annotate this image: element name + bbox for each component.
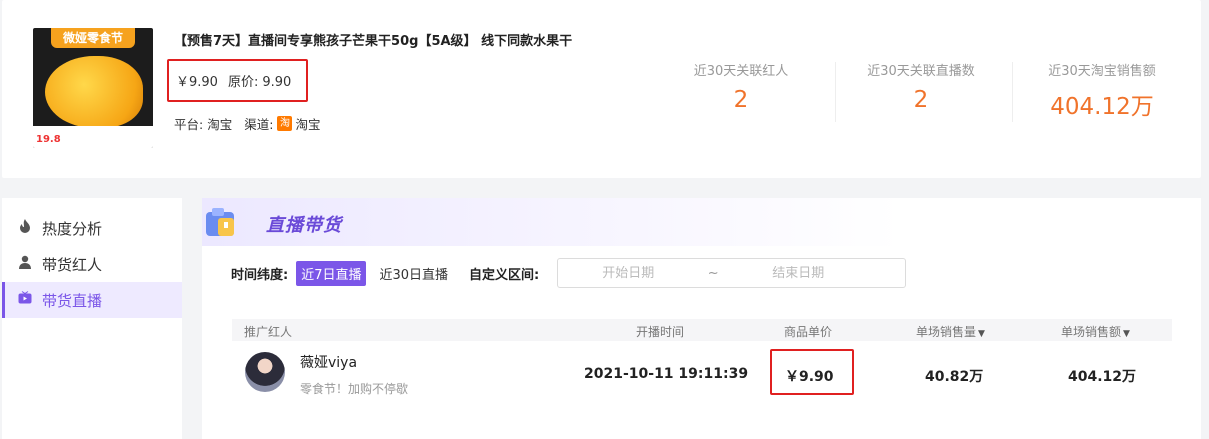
sidebar-item-heat-analysis[interactable]: 热度分析 — [2, 210, 182, 246]
tv-icon — [16, 291, 34, 309]
table-row[interactable]: 薇娅viya 零食节！加购不停歇 2021-10-11 19:11:39 ￥9.… — [232, 341, 1172, 399]
platform-value: 淘宝 — [207, 117, 233, 132]
stat-value: 2 — [913, 87, 929, 113]
avatar[interactable] — [245, 352, 285, 392]
section-header: 直播带货 — [202, 198, 1201, 246]
mango-image — [45, 56, 143, 128]
sidebar-item-label: 带货直播 — [42, 291, 103, 310]
date-range-picker[interactable]: ~ — [557, 258, 907, 288]
end-date-input[interactable] — [728, 265, 869, 281]
col-sales-amount[interactable]: 单场销售额 ▼ — [1061, 323, 1130, 340]
stat-value: 2 — [733, 87, 749, 113]
filter-row: 时间纬度: 近7日直播 近30日直播 自定义区间: ~ — [231, 258, 907, 288]
col-start-time: 开播时间 — [636, 325, 685, 339]
col-influencer: 推广红人 — [244, 325, 293, 339]
stat-label: 近30天关联直播数 — [867, 64, 975, 79]
sort-caret-icon[interactable]: ▼ — [978, 329, 985, 339]
start-time: 2021-10-11 19:11:39 — [584, 366, 749, 382]
channel-label: 渠道: — [244, 117, 274, 132]
influencer-name[interactable]: 薇娅viya — [300, 352, 357, 372]
stat-label: 近30天关联红人 — [693, 64, 789, 79]
tv-gift-icon — [204, 204, 240, 240]
price-line: ￥9.90 原价: 9.90 — [176, 71, 301, 90]
sales-amount: 404.12万 — [1068, 369, 1137, 385]
platform-label: 平台: — [174, 117, 204, 132]
stat-related-lives: 近30天关联直播数 2 — [857, 60, 985, 113]
original-price-label: 原价: — [227, 75, 259, 90]
col-sales-volume[interactable]: 单场销售量 ▼ — [916, 323, 985, 340]
sidebar: 热度分析 带货红人 带货直播 — [2, 198, 182, 439]
filter-chip-30-days[interactable]: 近30日直播 — [374, 261, 453, 286]
sales-volume: 40.82万 — [925, 369, 984, 385]
flame-icon — [16, 219, 34, 237]
stat-divider — [835, 62, 836, 122]
table-header: 推广红人 开播时间 商品单价 单场销售量 ▼ 单场销售额 ▼ — [232, 319, 1172, 341]
thumb-price: 19.8 — [36, 134, 61, 145]
stat-divider — [1012, 62, 1013, 122]
taobao-icon: 淘 — [277, 116, 293, 131]
original-price: 9.90 — [262, 75, 292, 90]
current-price: ￥9.90 — [176, 75, 218, 90]
channel-value: 淘宝 — [295, 117, 321, 132]
col-sales-volume-label: 单场销售量 — [916, 325, 977, 339]
date-separator: ~ — [707, 265, 719, 281]
platform-line: 平台: 淘宝 渠道: 淘 淘宝 — [174, 114, 320, 133]
col-sales-amount-label: 单场销售额 — [1061, 325, 1122, 339]
product-thumbnail[interactable]: 微娅零食节 19.8 — [33, 28, 153, 148]
live-sales-table: 推广红人 开播时间 商品单价 单场销售量 ▼ 单场销售额 ▼ 薇娅viya 零食节！… — [232, 319, 1172, 399]
product-title[interactable]: 【预售7天】直播间专享熊孩子芒果干50g【5A级】 线下同款水果干 — [174, 30, 572, 49]
stat-label: 近30天淘宝销售额 — [1048, 64, 1156, 79]
live-sales-panel: 直播带货 时间纬度: 近7日直播 近30日直播 自定义区间: ~ 推广红人 开播… — [202, 198, 1201, 439]
person-icon — [16, 255, 34, 273]
influencer-desc: 零食节！加购不停歇 — [300, 382, 409, 396]
sort-caret-icon[interactable]: ▼ — [1123, 329, 1130, 339]
sidebar-item-influencers[interactable]: 带货红人 — [2, 246, 182, 282]
filter-chip-7-days[interactable]: 近7日直播 — [296, 260, 367, 286]
stat-taobao-sales: 近30天淘宝销售额 404.12万 — [1040, 60, 1164, 121]
sidebar-item-live-sales[interactable]: 带货直播 — [2, 282, 182, 318]
section-title: 直播带货 — [266, 215, 342, 236]
col-unit-price: 商品单价 — [784, 325, 833, 339]
sidebar-item-label: 带货红人 — [42, 255, 103, 274]
sidebar-item-label: 热度分析 — [42, 219, 103, 238]
product-card: 微娅零食节 19.8 【预售7天】直播间专享熊孩子芒果干50g【5A级】 线下同… — [2, 0, 1201, 178]
stat-value: 404.12万 — [1050, 94, 1154, 120]
thumb-price-strip: 19.8 — [33, 126, 153, 148]
stat-related-influencers: 近30天关联红人 2 — [680, 60, 802, 113]
unit-price: ￥9.90 — [785, 369, 834, 385]
start-date-input[interactable] — [558, 265, 699, 281]
time-dimension-label: 时间纬度: — [231, 267, 289, 283]
custom-range-label: 自定义区间: — [469, 267, 540, 283]
thumb-banner: 微娅零食节 — [51, 28, 135, 48]
